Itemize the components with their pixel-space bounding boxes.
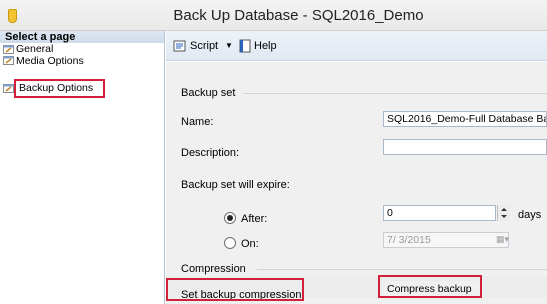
options-content: Backup set Name: SQL2016_Demo-Full Datab… [166,62,547,304]
description-label: Description: [181,147,240,159]
after-label: After: [241,213,268,225]
calendar-dropdown-icon[interactable]: ▦▾ [496,234,509,245]
days-spinner[interactable] [497,205,510,221]
page-item-general[interactable]: General [16,43,53,55]
script-icon[interactable] [173,39,187,53]
compression-label-highlight [166,278,304,301]
title-bar: Back Up Database - SQL2016_Demo [0,0,547,31]
page-selector-pane: Select a page General Media Options Back… [0,31,165,304]
toolbar: Script ▼ Help [166,31,547,61]
group-divider [243,93,547,94]
script-dropdown-icon[interactable]: ▼ [225,39,233,53]
on-date-field[interactable]: 7/ 3/2015 [383,232,509,248]
backup-expire-label: Backup set will expire: [181,179,290,191]
compression-group-label: Compression [181,263,246,275]
selected-page-highlight [14,79,105,98]
name-field[interactable]: SQL2016_Demo-Full Database Backup [383,111,547,127]
compression-value-highlight [378,275,482,298]
on-radio[interactable] [224,237,236,249]
radio-selected-dot [227,215,233,221]
help-button[interactable]: Help [254,39,277,53]
after-days-field[interactable]: 0 [383,205,496,221]
group-divider [257,269,547,270]
name-label: Name: [181,116,214,128]
on-label: On: [241,238,259,250]
page-wrench-icon [3,44,15,54]
select-page-heading: Select a page [5,31,76,43]
backup-options-pane: Script ▼ Help Backup set Name: SQL2016_D… [166,31,547,304]
days-unit-label: days [518,209,542,221]
description-field[interactable] [383,139,547,155]
help-icon[interactable] [238,39,252,53]
after-radio[interactable] [224,212,236,224]
page-wrench-icon [3,55,15,65]
backup-set-group-label: Backup set [181,87,236,99]
script-button[interactable]: Script [190,39,218,53]
window-title: Back Up Database - SQL2016_Demo [173,7,424,24]
page-item-media-options[interactable]: Media Options [16,55,84,67]
